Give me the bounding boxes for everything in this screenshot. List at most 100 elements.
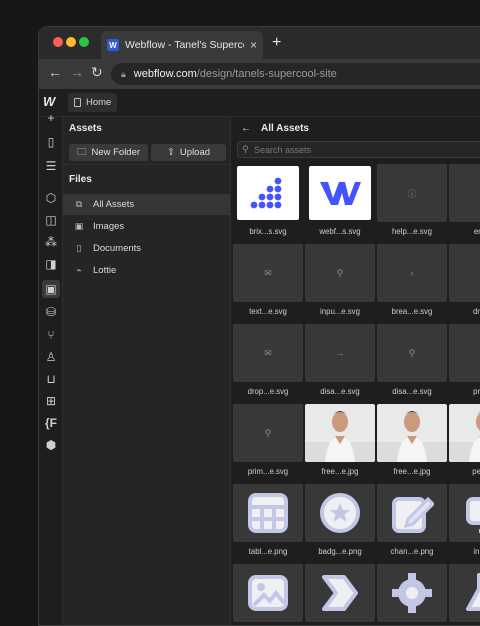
- browser-titlebar: W Webflow - Tanel's Supercool S × +: [39, 27, 480, 59]
- assets-main: ← All Assets ⚲ Search assets brix...s.sv…: [231, 117, 480, 625]
- asset-thumbnail-glyph[interactable]: ✉: [233, 324, 303, 382]
- file-category-label: Images: [93, 221, 125, 232]
- asset-thumbnail-glyph[interactable]: ⓘ: [377, 164, 447, 222]
- search-icon: ⚲: [242, 144, 249, 154]
- asset-thumbnail-tag-icon[interactable]: [305, 564, 375, 622]
- asset-thumbnail-gear-icon[interactable]: [377, 564, 447, 622]
- forward-button[interactable]: →: [70, 64, 84, 80]
- asset-name: brix...s.svg: [249, 227, 287, 236]
- asset-thumbnail-flask-icon[interactable]: [449, 564, 480, 622]
- users-icon[interactable]: ♙: [42, 348, 60, 366]
- asset-glyph-icon: ⚲: [264, 427, 272, 438]
- page-icon: [74, 98, 81, 107]
- asset-thumbnail-plain[interactable]: [449, 324, 480, 382]
- add-icon[interactable]: +: [42, 109, 60, 127]
- navigator-icon[interactable]: ☰: [42, 157, 60, 175]
- asset-thumbnail-plain[interactable]: [449, 164, 480, 222]
- asset-thumbnail-plain[interactable]: [449, 244, 480, 302]
- file-category-label: All Assets: [93, 199, 135, 210]
- file-category-all-assets[interactable]: ⧉ All Assets: [63, 194, 230, 215]
- asset-thumbnail-edit-icon[interactable]: [377, 484, 447, 542]
- asset-name: webf...s.svg: [319, 227, 361, 236]
- asset-name: prim...e.svg: [247, 467, 289, 476]
- back-arrow-icon[interactable]: ←: [241, 123, 251, 134]
- ecommerce-icon[interactable]: ⊔: [42, 370, 60, 388]
- asset-thumbnail-brix-logo[interactable]: [237, 166, 299, 220]
- minimize-window-button[interactable]: [66, 37, 76, 47]
- new-folder-label: New Folder: [91, 147, 141, 158]
- search-input[interactable]: ⚲ Search assets: [237, 141, 480, 158]
- documents-icon: ▯: [76, 243, 82, 253]
- asset-thumbnail-glyph[interactable]: ✉: [233, 244, 303, 302]
- asset-thumbnail-photo[interactable]: [449, 404, 480, 462]
- variables-icon[interactable]: ⁂: [42, 233, 60, 251]
- file-category-label: Documents: [93, 243, 142, 254]
- url-field[interactable]: 🔒︎ webflow.com/design/tanels-supercool-s…: [111, 63, 480, 85]
- main-title: All Assets: [261, 123, 309, 134]
- asset-name: inpu...: [473, 547, 480, 556]
- asset-thumbnail-webflow-logo[interactable]: [309, 166, 371, 220]
- asset-glyph-icon: →: [335, 348, 345, 358]
- asset-thumbnail-glyph[interactable]: ⚲: [305, 244, 375, 302]
- reload-button[interactable]: ↻: [91, 64, 103, 81]
- new-folder-button[interactable]: 🗀︎ New Folder: [69, 144, 148, 161]
- style-selectors-icon[interactable]: ◨: [42, 255, 60, 273]
- asset-name: erro...: [473, 227, 480, 236]
- asset-name: free...e.jpg: [321, 467, 359, 476]
- webflow-favicon-icon: W: [107, 39, 119, 51]
- apps-icon[interactable]: ⊞: [42, 392, 60, 410]
- components-icon[interactable]: ⬡: [42, 189, 60, 207]
- pages-icon[interactable]: ▯: [42, 133, 60, 151]
- page-selector-label: Home: [86, 97, 112, 108]
- upload-button[interactable]: ⇪ Upload: [151, 144, 226, 161]
- file-category-label: Lottie: [93, 265, 117, 276]
- asset-name: disa...e.svg: [320, 387, 360, 396]
- asset-name: badg...e.png: [318, 547, 362, 556]
- assets-panel: Assets 🗀︎ New Folder ⇪ Upload Files ⧉ All…: [63, 117, 231, 625]
- page-selector-button[interactable]: Home: [68, 93, 118, 112]
- designer-topbar: W Home: [39, 89, 480, 117]
- asset-thumbnail-glyph[interactable]: →: [305, 324, 375, 382]
- close-window-button[interactable]: [53, 37, 63, 47]
- logic-icon[interactable]: ⑂: [42, 326, 60, 344]
- asset-thumbnail-photo[interactable]: [377, 404, 447, 462]
- asset-glyph-icon: ⚲: [408, 347, 416, 358]
- cms-icon[interactable]: ⛁: [42, 303, 60, 321]
- webflow-logo-icon[interactable]: W: [43, 94, 55, 109]
- upload-icon: ⇪: [166, 147, 175, 158]
- asset-glyph-icon: ✉: [264, 347, 272, 358]
- asset-thumbnail-input-icon[interactable]: [449, 484, 480, 542]
- browser-tab[interactable]: W Webflow - Tanel's Supercool S ×: [101, 31, 263, 59]
- new-tab-button[interactable]: +: [272, 34, 281, 52]
- back-button[interactable]: ←: [48, 64, 62, 80]
- file-category-lottie[interactable]: ⌁ Lottie: [63, 260, 230, 281]
- asset-thumbnail-image-icon[interactable]: [233, 564, 303, 622]
- designer-body: + ▯ ☰ ⬡ ◫ ⁂ ◨ ▣ ⛁ ⑂ ♙ ⊔ ⊞ {F ⬢ Assets 🗀︎…: [39, 111, 480, 625]
- address-bar: ← → ↻ 🔒︎ webflow.com/design/tanels-super…: [39, 59, 480, 89]
- assets-panel-title: Assets: [69, 123, 102, 134]
- url-path: /design/tanels-supercool-site: [196, 68, 337, 80]
- cube-app-icon[interactable]: ⬢: [42, 436, 60, 454]
- libraries-icon[interactable]: ◫: [42, 211, 60, 229]
- assets-icon[interactable]: ▣: [42, 280, 60, 298]
- assets-main-header: ← All Assets: [241, 123, 309, 134]
- asset-thumbnail-glyph[interactable]: ⚲: [377, 324, 447, 382]
- search-placeholder: Search assets: [254, 144, 312, 155]
- maximize-window-button[interactable]: [79, 37, 89, 47]
- asset-name: disa...e.svg: [392, 387, 432, 396]
- asset-thumbnail-glyph[interactable]: ⚲: [233, 404, 303, 462]
- asset-name: prim...: [473, 387, 480, 396]
- url-host: webflow.com: [133, 68, 197, 80]
- asset-thumbnail-table-icon[interactable]: [233, 484, 303, 542]
- tab-close-icon[interactable]: ×: [250, 38, 257, 52]
- finsweet-icon[interactable]: {F: [42, 414, 60, 432]
- file-category-documents[interactable]: ▯ Documents: [63, 238, 230, 259]
- asset-name: chan...e.png: [390, 547, 434, 556]
- asset-name: help...e.svg: [392, 227, 432, 236]
- file-category-images[interactable]: ▣ Images: [63, 216, 230, 237]
- asset-glyph-icon: ⓘ: [407, 188, 417, 199]
- asset-thumbnail-glyph[interactable]: ›: [377, 244, 447, 302]
- asset-thumbnail-badge-icon[interactable]: [305, 484, 375, 542]
- tab-title: Webflow - Tanel's Supercool S: [125, 39, 244, 51]
- asset-thumbnail-photo[interactable]: [305, 404, 375, 462]
